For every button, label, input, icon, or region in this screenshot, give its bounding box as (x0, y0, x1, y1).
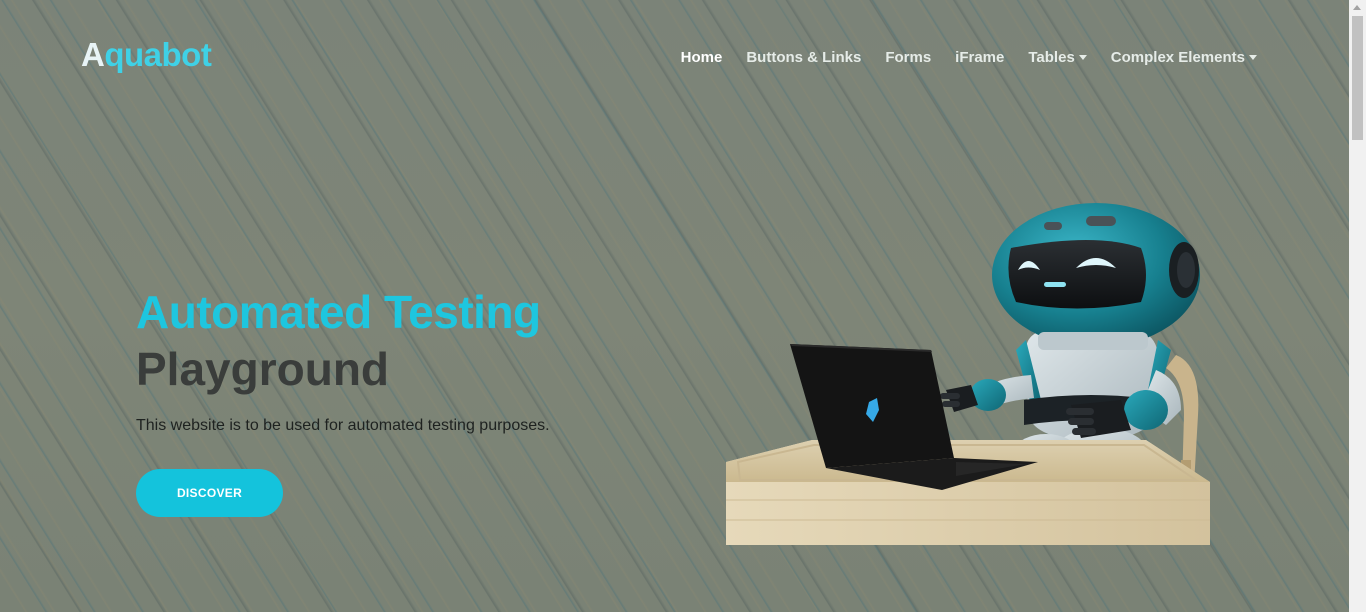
vertical-scrollbar[interactable] (1349, 0, 1366, 612)
nav-complex-elements-label: Complex Elements (1110, 49, 1245, 66)
hero-subtitle: This website is to be used for automated… (136, 417, 550, 434)
hero-title: Playground (136, 343, 390, 395)
nav-tables-label: Tables (1028, 49, 1075, 66)
brand-logo-text: quabot (104, 36, 212, 73)
brand-logo-letter: A (81, 36, 105, 73)
nav-home[interactable]: Home (681, 49, 723, 66)
nav-tables-dropdown[interactable]: Tables (1028, 49, 1087, 66)
brand-logo[interactable]: Aquabot (81, 36, 212, 74)
hero-title-accent: Automated Testing (136, 286, 541, 338)
nav-buttons-links[interactable]: Buttons & Links (746, 49, 861, 66)
nav-complex-elements-dropdown[interactable]: Complex Elements (1111, 49, 1257, 66)
nav-iframe[interactable]: iFrame (955, 49, 1004, 66)
scrollbar-thumb[interactable] (1352, 16, 1363, 140)
scroll-up-arrow-icon[interactable] (1353, 5, 1361, 10)
chevron-down-icon (1249, 55, 1257, 60)
page-background: Aquabot Home Buttons & Links Forms iFram… (0, 0, 1349, 612)
main-nav: Home Buttons & Links Forms iFrame Tables… (657, 49, 1257, 66)
nav-forms[interactable]: Forms (885, 49, 931, 66)
chevron-down-icon (1078, 55, 1087, 60)
robot-illustration (726, 203, 1210, 545)
discover-button[interactable]: DISCOVER (136, 469, 283, 517)
